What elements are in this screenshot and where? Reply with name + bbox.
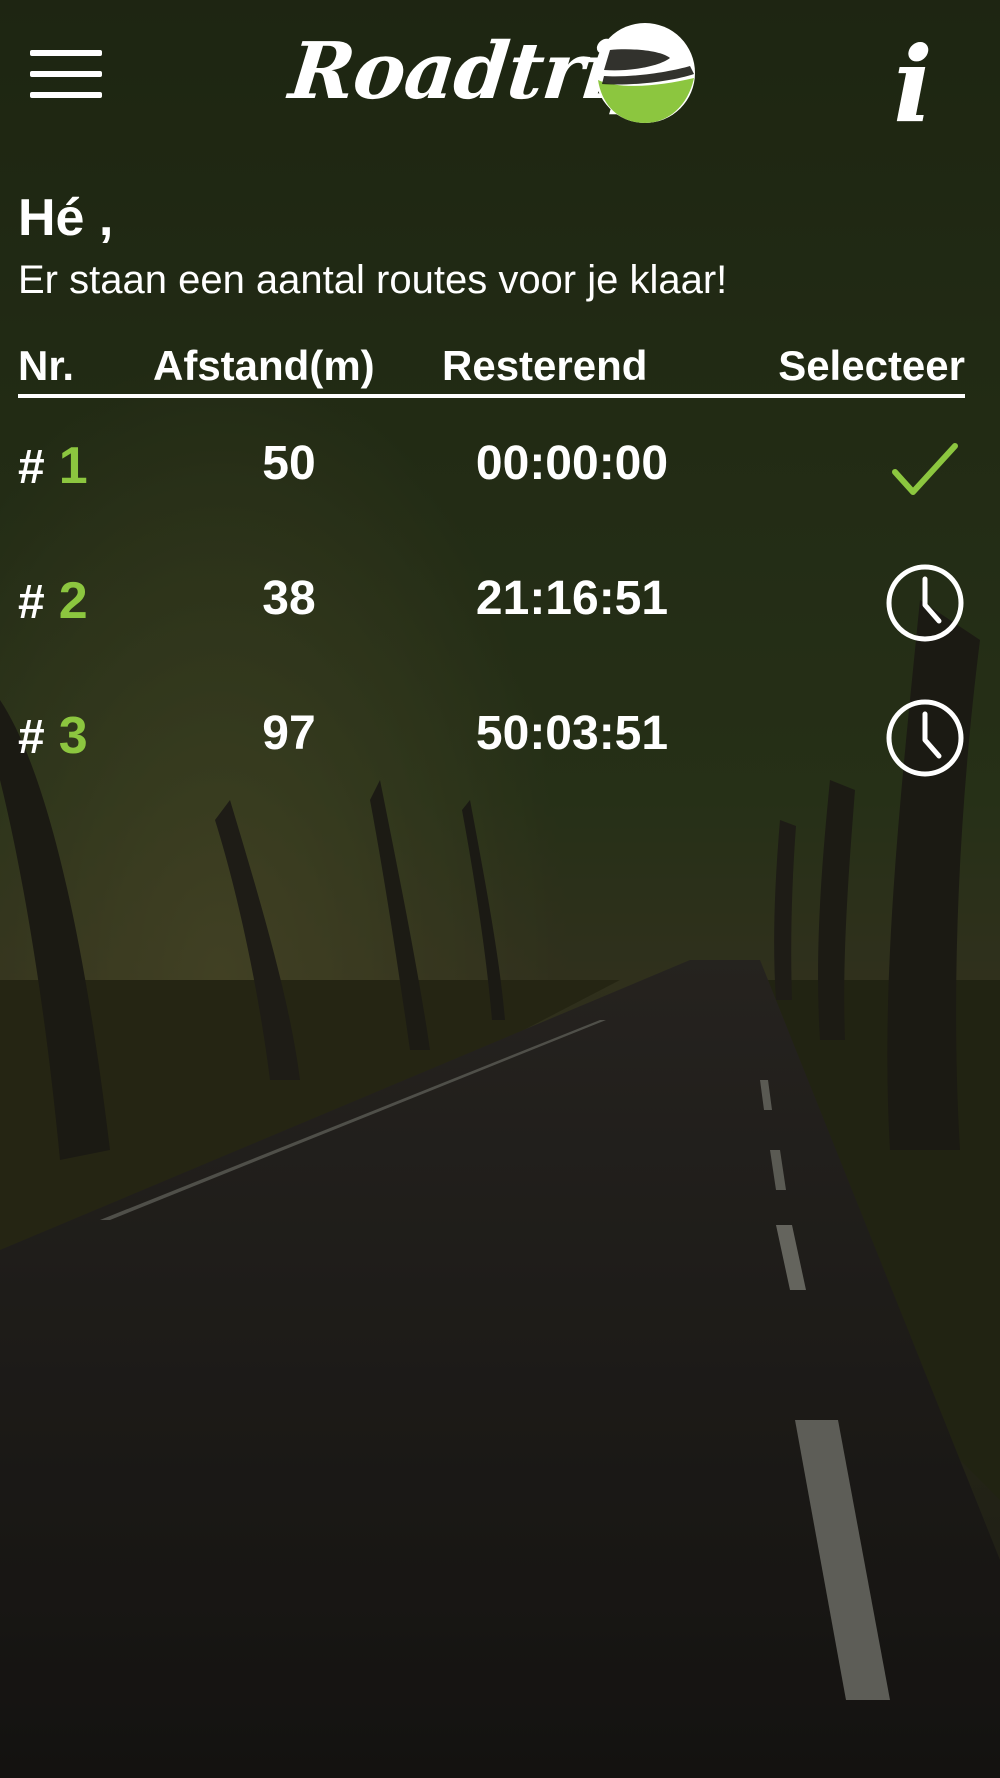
clock-icon [886, 564, 964, 642]
clock-icon [886, 699, 964, 777]
route-distance: 38 [262, 572, 316, 625]
route-hash: # [18, 441, 45, 494]
greeting-subtitle: Er staan een aantal routes voor je klaar… [18, 258, 728, 302]
select-route-2-button[interactable] [885, 563, 965, 643]
info-icon[interactable]: i [878, 30, 948, 140]
route-number: #3 [18, 706, 88, 766]
route-distance: 50 [262, 437, 316, 490]
logo-swoosh-icon [595, 23, 695, 123]
table-header: Nr. Afstand(m) Resterend Selecteer [18, 338, 965, 398]
roadtrip-logo: Roadtrip [285, 18, 700, 130]
route-distance: 97 [262, 707, 316, 760]
route-number-value: 1 [58, 437, 88, 495]
route-remaining: 00:00:00 [475, 437, 669, 490]
menu-bar [30, 50, 102, 56]
menu-bar [30, 92, 102, 98]
app-header: Roadtrip i [0, 0, 1000, 150]
route-row-1[interactable]: #1 50 00:00:00 [18, 398, 965, 533]
route-number: #1 [18, 436, 88, 496]
checkmark-icon [892, 443, 958, 495]
route-remaining: 50:03:51 [475, 707, 669, 760]
route-row-2[interactable]: #2 38 21:16:51 [18, 533, 965, 668]
menu-bar [30, 71, 102, 77]
column-header-distance: Afstand(m) [153, 342, 375, 389]
column-header-remaining: Resterend [442, 342, 648, 389]
column-header-select: Selecteer [778, 342, 965, 389]
route-number-value: 3 [58, 707, 88, 765]
greeting-title: Hé , [18, 189, 114, 247]
select-route-3-button[interactable] [885, 698, 965, 778]
route-remaining: 21:16:51 [475, 572, 669, 625]
route-hash: # [18, 711, 45, 764]
hamburger-menu-icon[interactable] [30, 50, 102, 100]
routes-table: Nr. Afstand(m) Resterend Selecteer #1 50… [18, 338, 965, 803]
select-route-1-button[interactable] [885, 428, 965, 508]
route-number-value: 2 [58, 572, 88, 630]
route-hash: # [18, 576, 45, 629]
route-row-3[interactable]: #3 97 50:03:51 [18, 668, 965, 803]
route-number: #2 [18, 571, 88, 631]
column-header-nr: Nr. [18, 342, 75, 389]
